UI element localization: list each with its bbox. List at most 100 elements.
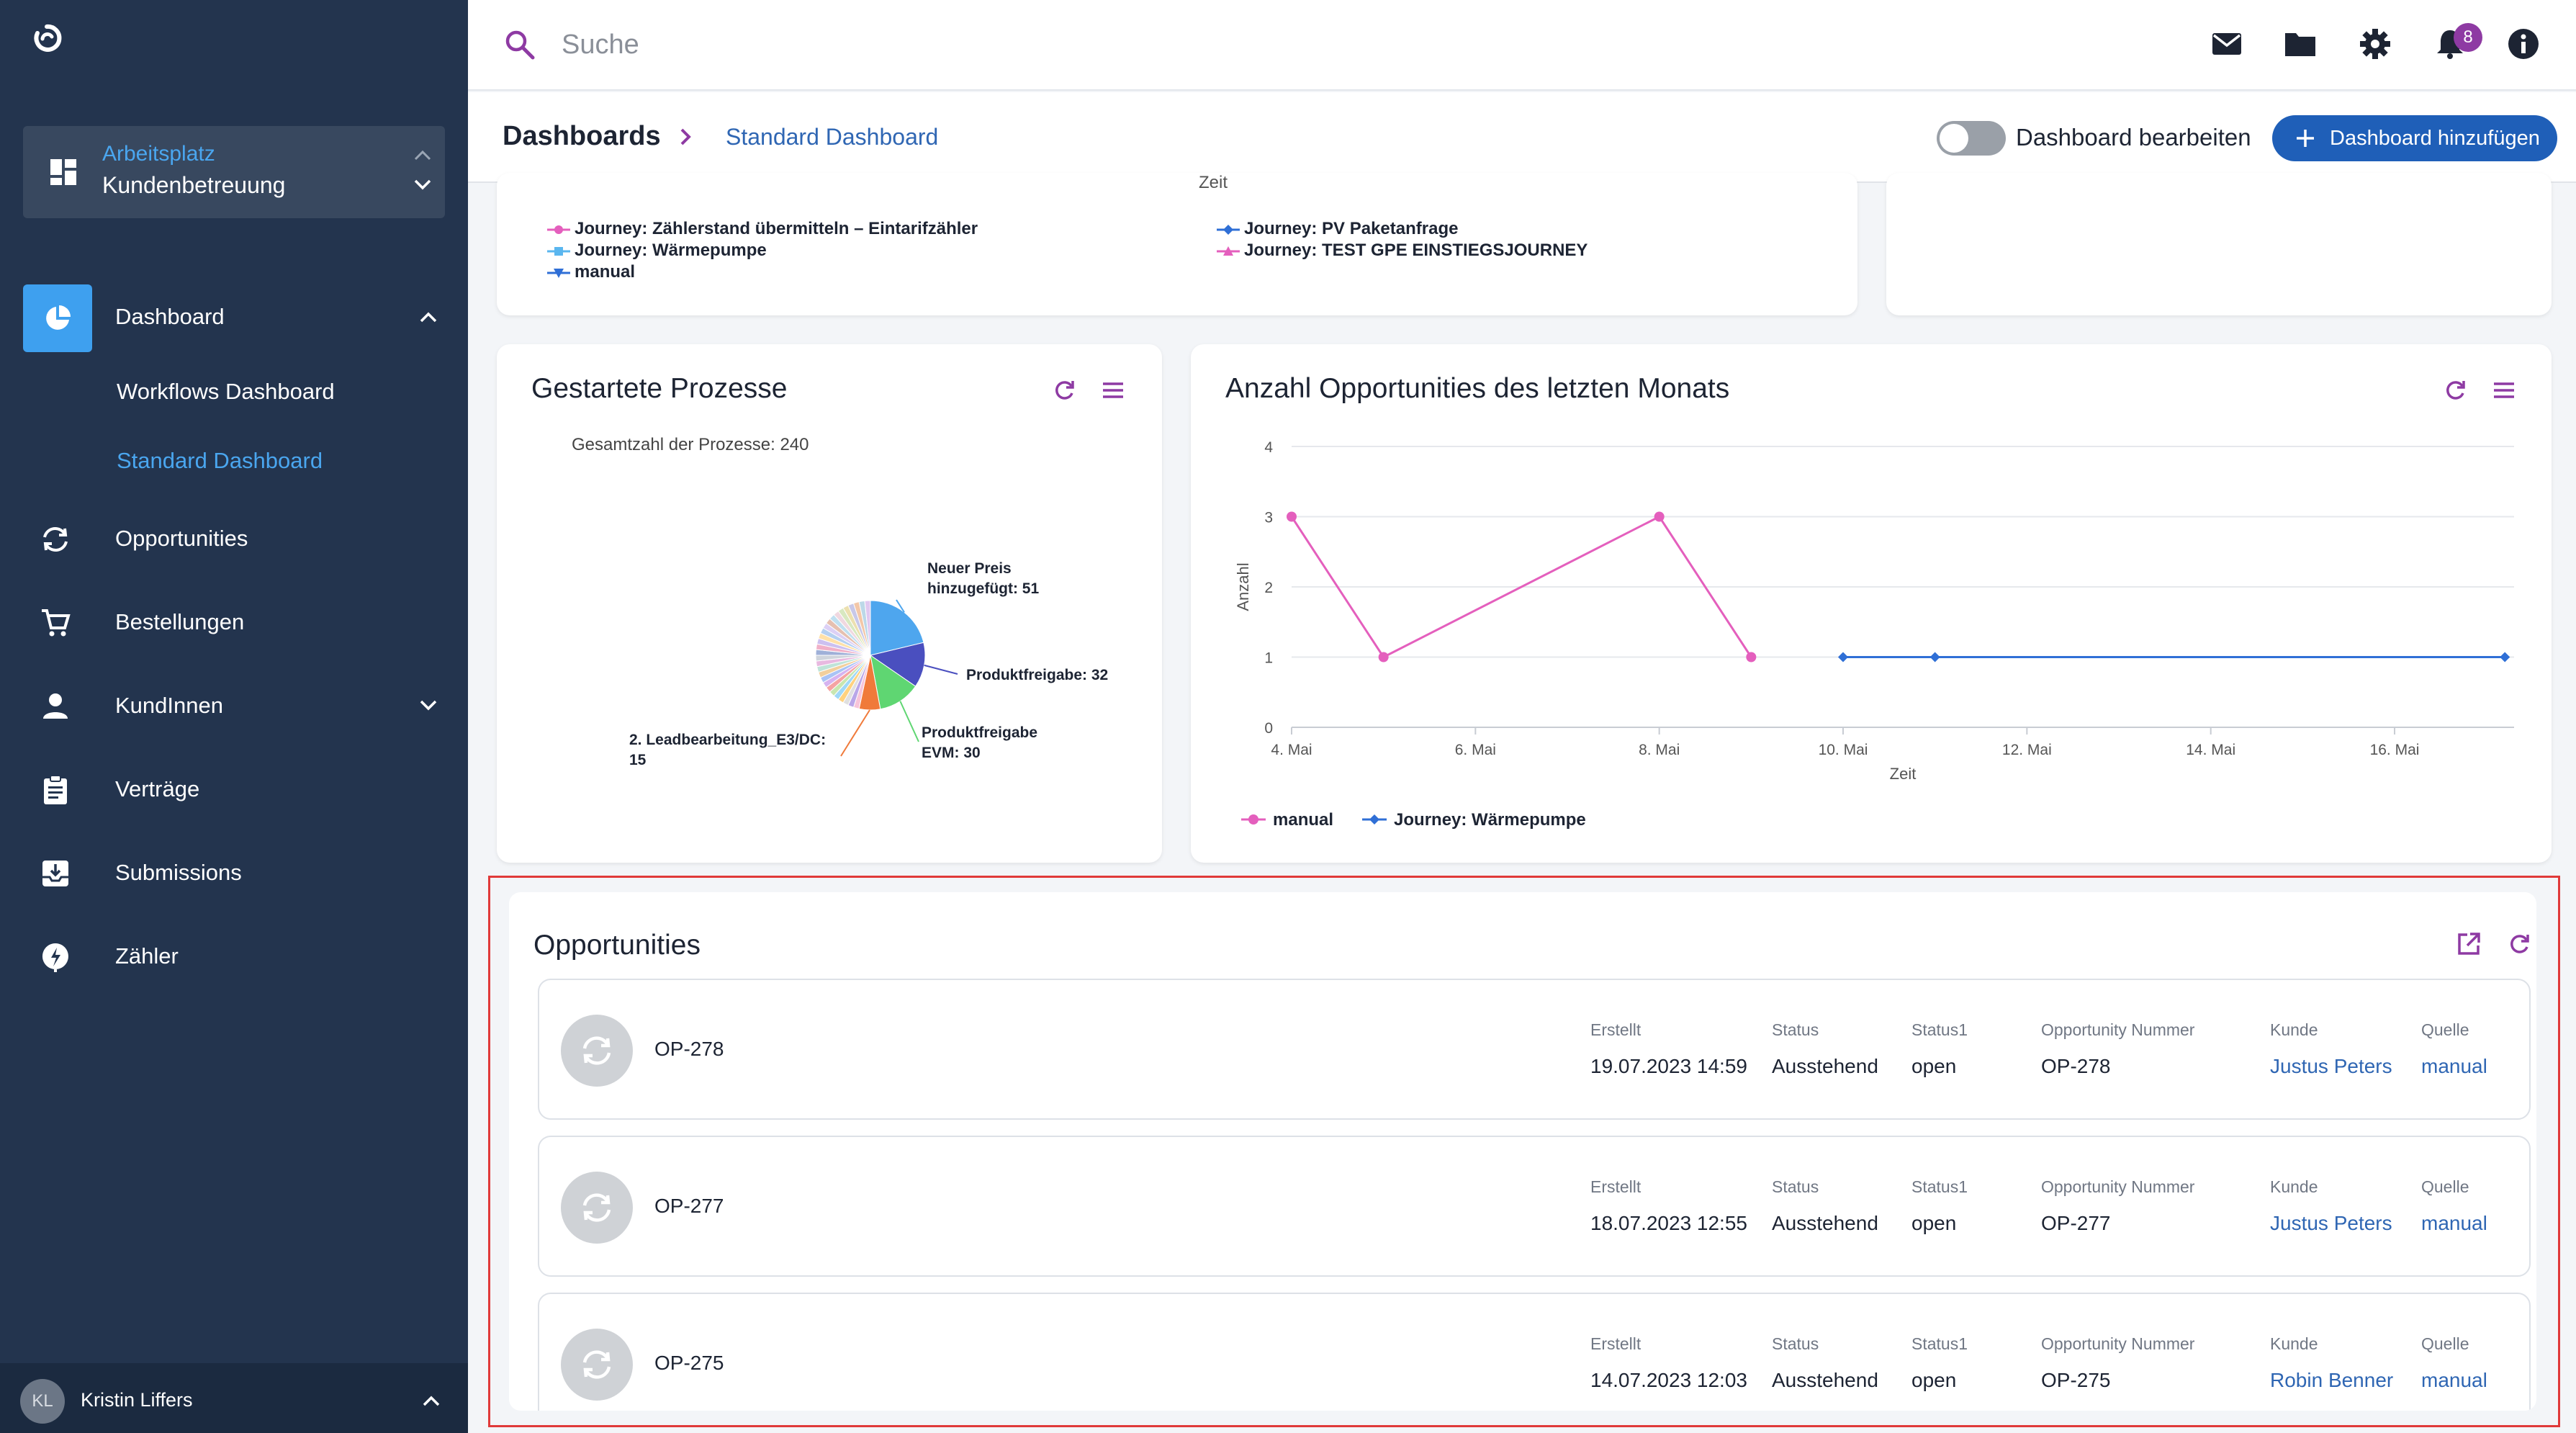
pie-label-neuer-preis: Neuer Preis hinzugefügt: 51 — [927, 560, 1040, 597]
legend-marker-icon — [1217, 224, 1240, 235]
sidebar-item-label: Opportunities — [115, 526, 248, 551]
sidebar: Arbeitsplatz Kundenbetreuung Dashboard W… — [0, 0, 468, 1433]
opportunity-id: OP-278 — [654, 1038, 724, 1060]
opportunities-card: Opportunities OP-278 Erstellt 19.07.2023 1… — [509, 892, 2536, 1411]
app-logo-icon[interactable] — [27, 19, 66, 58]
page-header: Dashboards Standard Dashboard Dashboard … — [468, 92, 2576, 183]
top-bar: 8 — [468, 0, 2576, 91]
sidebar-item-label: Bestellungen — [115, 609, 245, 634]
y-tick-label: 1 — [1264, 650, 1273, 667]
legend-item[interactable]: Journey: PV Paketanfrage — [1217, 219, 1458, 239]
y-tick-label: 4 — [1264, 439, 1273, 456]
sidebar-item-label: Verträge — [115, 776, 200, 801]
field-value-created: 14.07.2023 12:03 — [1590, 1369, 1747, 1391]
legend-label: Journey: Wärmepumpe — [575, 241, 767, 260]
dashboard-grid-icon — [50, 159, 76, 185]
field-value-source[interactable]: manual — [2421, 1212, 2487, 1235]
opportunity-row[interactable]: OP-277 Erstellt 18.07.2023 12:55 Status Auss… — [538, 1136, 2531, 1277]
data-point — [1746, 652, 1757, 662]
field-value-status1: open — [1911, 1369, 1957, 1391]
sync-icon — [582, 1350, 611, 1379]
sidebar-item-opportunities[interactable]: Opportunities — [0, 508, 468, 566]
field-label-created: Erstellt — [1590, 1334, 1641, 1353]
mail-icon[interactable] — [2209, 26, 2245, 62]
opportunity-avatar — [561, 1172, 633, 1244]
sidebar-item-label: KundInnen — [115, 693, 223, 718]
card-title: Opportunities — [533, 930, 701, 961]
line-chart: 0 1 2 3 4 4. Mai 6. Mai 8. Mai 10. Mai 12. Mai 14.… — [1234, 439, 2514, 830]
legend-item[interactable]: manual — [547, 262, 635, 282]
field-value-customer[interactable]: Robin Benner — [2270, 1369, 2393, 1392]
legend-item[interactable]: Journey: Wärmepumpe — [547, 241, 767, 261]
field-label-created: Erstellt — [1590, 1177, 1641, 1196]
x-tick-label: 8. Mai — [1639, 742, 1680, 758]
legend-marker-icon — [547, 225, 570, 234]
chart-card-empty — [1886, 173, 2552, 315]
sidebar-item-bestellungen[interactable]: Bestellungen — [0, 592, 468, 650]
legend-marker-icon — [1217, 246, 1240, 256]
data-point — [2500, 652, 2510, 662]
opportunity-row[interactable]: OP-278 Erstellt 19.07.2023 14:59 Status Auss… — [538, 979, 2531, 1120]
pie-label-connector — [924, 664, 958, 675]
field-value-customer[interactable]: Justus Peters — [2270, 1055, 2392, 1078]
add-dashboard-label: Dashboard hinzufügen — [2330, 127, 2540, 150]
field-value-status1: open — [1911, 1212, 1957, 1234]
clipboard-icon — [44, 775, 67, 804]
search-input[interactable] — [562, 22, 1210, 68]
info-icon[interactable] — [2505, 26, 2541, 62]
sidebar-item-label: Zähler — [115, 943, 179, 969]
y-tick-label: 0 — [1264, 720, 1273, 737]
pie-label-connector — [840, 709, 870, 757]
sidebar-item-dashboard[interactable]: Dashboard — [0, 287, 468, 344]
field-label-customer: Kunde — [2270, 1177, 2318, 1196]
open-external-icon[interactable] — [2456, 931, 2482, 957]
field-value-number: OP-277 — [2041, 1212, 2111, 1234]
y-tick-label: 3 — [1264, 510, 1273, 526]
workspace-selector[interactable]: Arbeitsplatz Kundenbetreuung — [23, 126, 445, 218]
y-axis-label: Anzahl — [1234, 562, 1252, 611]
pie-label-produktfreigabe-evm: Produktfreigabe EVM: 30 — [922, 724, 1038, 761]
workspace-value: Kundenbetreuung — [102, 172, 286, 198]
edit-dashboard-label: Dashboard bearbeiten — [2016, 124, 2251, 151]
sidebar-item-vertraege[interactable]: Verträge — [0, 759, 468, 817]
opportunity-id: OP-277 — [654, 1195, 724, 1217]
field-value-source[interactable]: manual — [2421, 1055, 2487, 1078]
add-dashboard-button[interactable]: Dashboard hinzufügen — [2272, 115, 2557, 161]
legend-marker — [1369, 814, 1380, 825]
opportunity-row[interactable]: OP-275 Erstellt 14.07.2023 12:03 Status Auss… — [538, 1293, 2531, 1411]
sidebar-subitem-workflows-dashboard[interactable]: Workflows Dashboard — [117, 379, 335, 405]
chevron-up-icon[interactable] — [420, 1393, 442, 1408]
field-value-source[interactable]: manual — [2421, 1369, 2487, 1392]
opportunities-highlight: Opportunities OP-278 Erstellt 19.07.2023 1… — [488, 876, 2560, 1427]
breadcrumb[interactable]: Standard Dashboard — [726, 124, 938, 151]
legend-item[interactable]: Journey: TEST GPE EINSTIEGSJOURNEY — [1217, 241, 1588, 261]
workspace-label: Arbeitsplatz — [102, 142, 215, 166]
legend-label: Journey: TEST GPE EINSTIEGSJOURNEY — [1244, 241, 1588, 260]
field-value-status: Ausstehend — [1772, 1055, 1878, 1077]
legend-item[interactable]: Journey: Zählerstand übermitteln – Einta… — [547, 219, 978, 239]
field-value-number: OP-278 — [2041, 1055, 2111, 1077]
field-value-customer[interactable]: Justus Peters — [2270, 1212, 2392, 1235]
sidebar-subitem-standard-dashboard[interactable]: Standard Dashboard — [117, 448, 323, 474]
gear-icon[interactable] — [2357, 26, 2393, 62]
field-label-customer: Kunde — [2270, 1020, 2318, 1039]
refresh-icon[interactable] — [2506, 931, 2532, 957]
field-label-status: Status — [1772, 1177, 1819, 1196]
edit-dashboard-toggle[interactable] — [1937, 121, 2006, 156]
x-tick-label: 6. Mai — [1455, 742, 1496, 758]
sidebar-item-submissions[interactable]: Submissions — [0, 843, 468, 900]
field-label-status: Status — [1772, 1020, 1819, 1039]
chevron-down-icon[interactable] — [418, 698, 439, 713]
pie-card: Gestartete Prozesse Gesamtzahl der Proze… — [497, 344, 1162, 863]
sidebar-item-kundinnen[interactable]: KundInnen — [0, 675, 468, 733]
folder-icon[interactable] — [2282, 26, 2318, 62]
x-tick-label: 12. Mai — [2002, 742, 2052, 758]
pie-label-leadbearbeitung: 2. Leadbearbeitung_E3/DC: 15 — [629, 732, 827, 768]
chevron-up-icon[interactable] — [418, 310, 439, 324]
sync-icon — [582, 1193, 611, 1222]
opportunity-id: OP-275 — [654, 1352, 724, 1374]
opportunity-avatar — [561, 1329, 633, 1401]
data-point — [1929, 652, 1940, 662]
sidebar-item-zaehler[interactable]: Zähler — [0, 926, 468, 984]
user-menu[interactable]: KL Kristin Liffers — [0, 1363, 468, 1433]
